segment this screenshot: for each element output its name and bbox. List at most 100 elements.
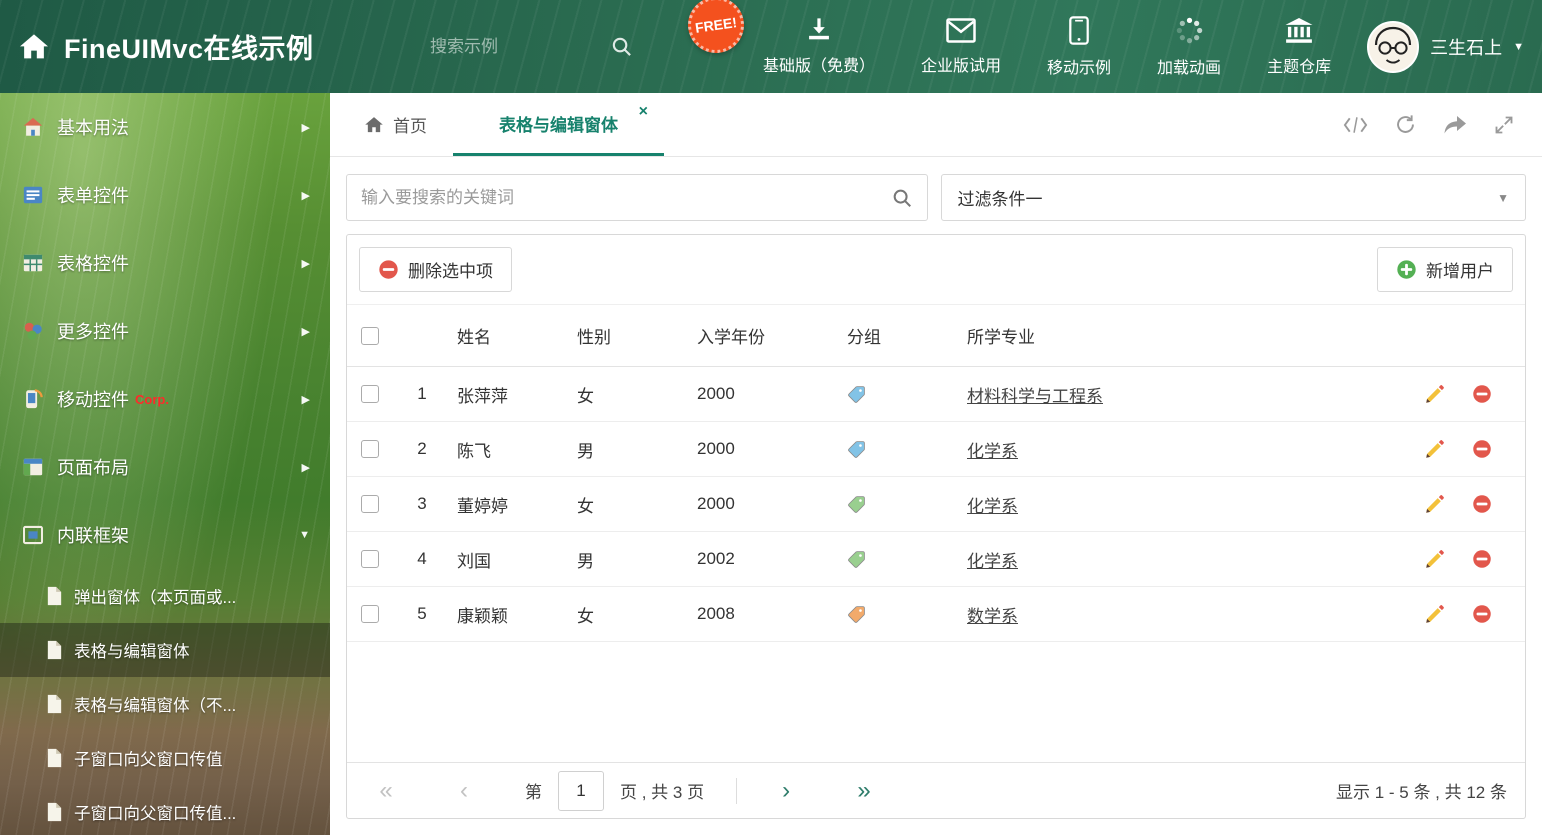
major-link[interactable]: 数学系 xyxy=(967,602,1018,627)
mobile-icon xyxy=(1068,15,1090,45)
row-number: 4 xyxy=(417,549,427,568)
frame-icon xyxy=(22,524,44,546)
sidebar-subitem-grid-edit-window-2[interactable]: 表格与编辑窗体（不... xyxy=(0,677,330,731)
delete-icon[interactable] xyxy=(1472,439,1492,459)
spinner-icon xyxy=(1175,16,1204,45)
row-checkbox[interactable] xyxy=(361,550,379,568)
add-user-button[interactable]: 新增用户 xyxy=(1377,247,1513,292)
minus-circle-icon xyxy=(378,259,399,280)
grid-empty-space xyxy=(347,642,1525,762)
table-row: 4 刘国 男 2002 化学系 xyxy=(347,532,1525,587)
filter-dropdown[interactable]: 过滤条件一 ▼ xyxy=(940,174,1526,221)
filter-dropdown-value: 过滤条件一 xyxy=(957,190,1043,209)
delete-icon[interactable] xyxy=(1472,549,1492,569)
bank-icon xyxy=(1284,17,1314,44)
nav-item-label: 加载动画 xyxy=(1157,59,1222,77)
sidebar-item-iframe[interactable]: 内联框架 ▼ xyxy=(0,501,330,569)
share-icon[interactable] xyxy=(1443,115,1467,135)
major-link[interactable]: 化学系 xyxy=(967,437,1018,462)
delete-icon[interactable] xyxy=(1472,384,1492,404)
delete-icon[interactable] xyxy=(1472,604,1492,624)
sidebar-item-label: 表单控件 xyxy=(57,186,129,206)
refresh-icon[interactable] xyxy=(1395,114,1416,135)
search-icon[interactable] xyxy=(610,35,633,58)
top-header: FineUIMvc在线示例 FREE! 基础版（免费） 企业版试用 xyxy=(0,0,1542,93)
nav-item-basic-edition[interactable]: 基础版（免费） xyxy=(740,0,898,93)
tab-home[interactable]: 首页 xyxy=(338,93,453,156)
nav-item-loading-animation[interactable]: 加载动画 xyxy=(1134,0,1244,93)
row-checkbox[interactable] xyxy=(361,495,379,513)
sidebar-item-label: 更多控件 xyxy=(57,322,129,342)
sidebar-item-basic-usage[interactable]: 基本用法 ▶ xyxy=(0,93,330,161)
nav-item-mobile-demo[interactable]: 移动示例 xyxy=(1024,0,1134,93)
row-checkbox[interactable] xyxy=(361,605,379,623)
delete-selected-label: 删除选中项 xyxy=(408,262,493,281)
sidebar-item-form-controls[interactable]: 表单控件 ▶ xyxy=(0,161,330,229)
select-all-checkbox[interactable] xyxy=(361,326,379,345)
major-link[interactable]: 化学系 xyxy=(967,547,1018,572)
last-page-button[interactable]: » xyxy=(843,777,885,805)
brand[interactable]: FineUIMvc在线示例 xyxy=(18,0,314,93)
next-page-button[interactable]: › xyxy=(765,777,807,805)
row-name: 康颖颖 xyxy=(457,606,508,626)
table-header-row: 姓名 性别 入学年份 分组 所学专业 xyxy=(347,305,1525,367)
nav-item-label: 移动示例 xyxy=(1047,59,1112,77)
sidebar-item-grid-controls[interactable]: 表格控件 ▶ xyxy=(0,229,330,297)
sidebar-subitem-child-to-parent-2[interactable]: 子窗口向父窗口传值... xyxy=(0,785,330,835)
page-number-input[interactable] xyxy=(558,770,604,811)
shapes-icon xyxy=(22,320,44,342)
edit-icon[interactable] xyxy=(1425,549,1445,569)
tab-grid-edit-window[interactable]: 表格与编辑窗体 × xyxy=(453,93,664,156)
nav-item-theme-store[interactable]: 主题仓库 xyxy=(1244,0,1354,93)
sidebar-subitem-grid-edit-window[interactable]: 表格与编辑窗体 xyxy=(0,623,330,677)
edit-icon[interactable] xyxy=(1425,439,1445,459)
user-menu[interactable]: 三生石上 ▼ xyxy=(1367,0,1524,93)
edit-icon[interactable] xyxy=(1425,384,1445,404)
col-header-group[interactable]: 分组 xyxy=(831,323,951,348)
row-checkbox[interactable] xyxy=(361,440,379,458)
col-header-major[interactable]: 所学专业 xyxy=(951,323,1413,348)
code-icon[interactable] xyxy=(1343,116,1368,134)
keyword-search-box xyxy=(346,174,928,221)
row-year: 2000 xyxy=(697,494,735,513)
sidebar-subitem-child-to-parent[interactable]: 子窗口向父窗口传值 xyxy=(0,731,330,785)
first-page-button[interactable]: « xyxy=(365,777,407,805)
col-header-gender[interactable]: 性别 xyxy=(561,323,681,348)
edit-icon[interactable] xyxy=(1425,604,1445,624)
col-header-year[interactable]: 入学年份 xyxy=(681,323,831,348)
sidebar-subitem-popup-window[interactable]: 弹出窗体（本页面或... xyxy=(0,569,330,623)
row-gender: 男 xyxy=(577,551,594,571)
sidebar-item-more-controls[interactable]: 更多控件 ▶ xyxy=(0,297,330,365)
keyword-search-input[interactable] xyxy=(361,187,891,208)
delete-selected-button[interactable]: 删除选中项 xyxy=(359,247,512,292)
header-search-input[interactable] xyxy=(430,36,570,57)
page-content: 过滤条件一 ▼ 删除选中项 新增用 xyxy=(330,158,1542,835)
search-icon[interactable] xyxy=(891,187,913,209)
nav-item-label: 企业版试用 xyxy=(921,57,1002,75)
major-link[interactable]: 化学系 xyxy=(967,492,1018,517)
row-number: 2 xyxy=(417,439,427,458)
tab-close-icon[interactable]: × xyxy=(639,103,648,121)
file-icon xyxy=(46,748,63,768)
delete-icon[interactable] xyxy=(1472,494,1492,514)
col-header-name[interactable]: 姓名 xyxy=(441,323,561,348)
sidebar-item-label: 表格控件 xyxy=(57,254,129,274)
row-gender: 女 xyxy=(577,496,594,516)
row-group xyxy=(831,440,951,459)
tag-icon xyxy=(848,605,865,623)
nav-item-enterprise-trial[interactable]: 企业版试用 xyxy=(898,0,1024,93)
app-title: FineUIMvc在线示例 xyxy=(64,34,314,64)
home-icon xyxy=(18,31,50,63)
row-gender: 女 xyxy=(577,386,594,406)
sidebar-item-page-layout[interactable]: 页面布局 ▶ xyxy=(0,433,330,501)
major-link[interactable]: 材料科学与工程系 xyxy=(967,382,1103,407)
sidebar-subitem-label: 子窗口向父窗口传值... xyxy=(74,805,237,823)
row-checkbox[interactable] xyxy=(361,385,379,403)
tag-icon xyxy=(848,440,865,458)
prev-page-button[interactable]: ‹ xyxy=(443,777,485,805)
sidebar-item-mobile-controls[interactable]: 移动控件 Corp. ▶ xyxy=(0,365,330,433)
row-name: 董婷婷 xyxy=(457,496,508,516)
expand-icon[interactable] xyxy=(1494,115,1514,135)
edit-icon[interactable] xyxy=(1425,494,1445,514)
sidebar: 基本用法 ▶ 表单控件 ▶ 表格控件 ▶ 更多控件 ▶ 移动控件 Corp. ▶… xyxy=(0,93,330,835)
